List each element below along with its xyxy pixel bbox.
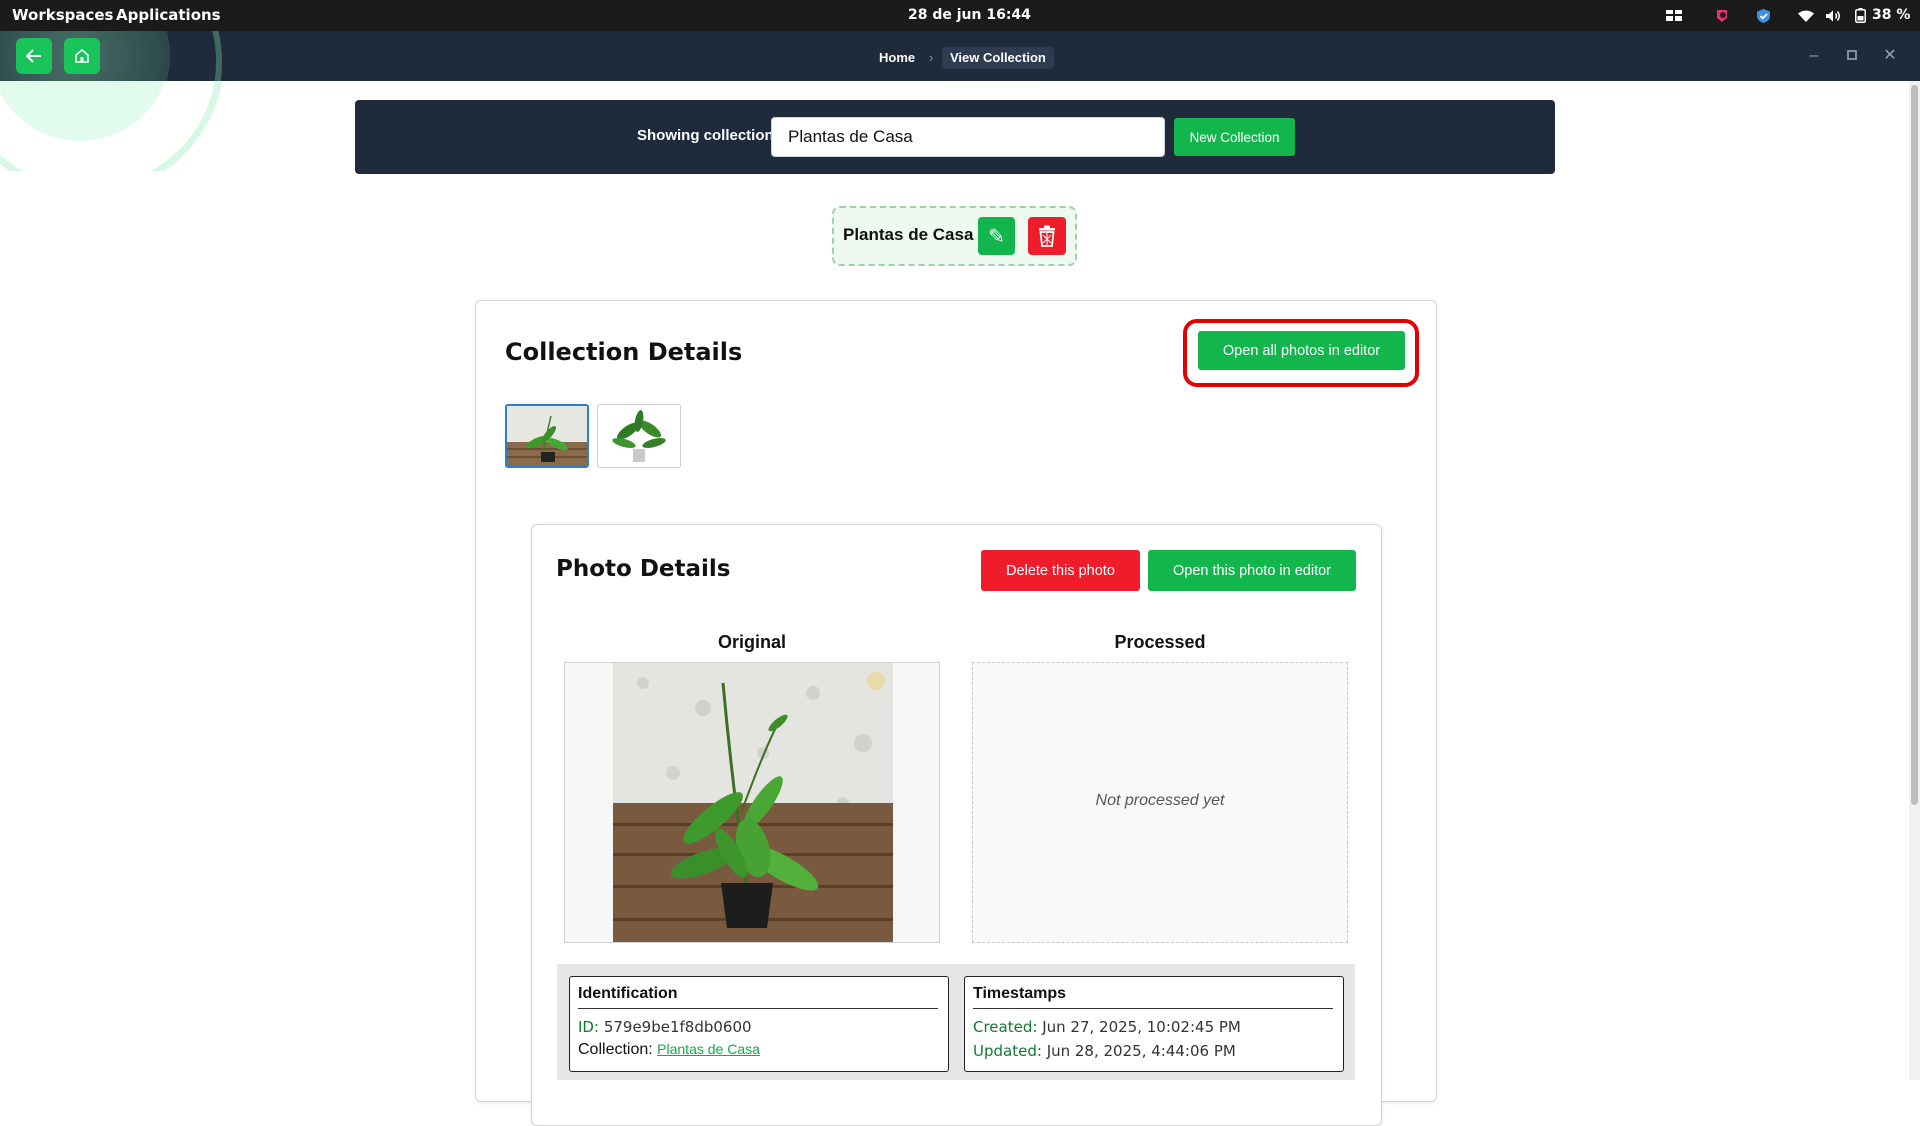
processed-heading: Processed (1114, 632, 1206, 652)
volume-icon[interactable] (1823, 7, 1843, 24)
home-icon (75, 48, 89, 63)
photo-id-key: ID: (578, 1018, 600, 1036)
photo-id-row: ID: 579e9be1f8db0600 (578, 1018, 752, 1036)
trash-icon (1039, 225, 1055, 247)
photo-id-value: 579e9be1f8db0600 (603, 1018, 752, 1036)
window-switcher-icon[interactable] (1664, 7, 1684, 24)
created-key: Created: (973, 1018, 1038, 1036)
pencil-icon: ✎ (988, 225, 1005, 248)
system-top-bar: Workspaces Applications 28 de jun 16:44 … (0, 0, 1920, 31)
updated-value: Jun 28, 2025, 4:44:06 PM (1046, 1042, 1236, 1060)
photo-thumbnail[interactable] (597, 404, 681, 468)
created-row: Created: Jun 27, 2025, 10:02:45 PM (973, 1018, 1241, 1036)
updated-key: Updated: (973, 1042, 1042, 1060)
battery-percentage[interactable]: 38 % (1872, 0, 1910, 31)
collection-selector-label: Showing collection: (637, 127, 779, 144)
plant-photo-thumbnail (598, 405, 680, 467)
created-value: Jun 27, 2025, 10:02:45 PM (1042, 1018, 1241, 1036)
delete-collection-button[interactable] (1028, 217, 1066, 255)
new-collection-button[interactable]: New Collection (1174, 118, 1295, 156)
timestamps-panel: Timestamps Created: Jun 27, 2025, 10:02:… (964, 976, 1344, 1072)
plant-photo-thumbnail (507, 406, 587, 466)
breadcrumb-view-collection: View Collection (942, 47, 1054, 69)
collection-details-title: Collection Details (505, 338, 743, 366)
identification-title: Identification (578, 985, 678, 1002)
original-plant-photo[interactable] (613, 663, 893, 942)
divider (578, 1008, 938, 1009)
collection-chip-name: Plantas de Casa (843, 225, 974, 244)
not-processed-text: Not processed yet (1095, 792, 1225, 809)
maximize-icon[interactable] (1842, 46, 1862, 66)
delete-photo-button[interactable]: Delete this photo (981, 550, 1140, 591)
close-icon[interactable]: ✕ (1880, 46, 1900, 66)
arrow-left-icon (26, 49, 41, 63)
minimize-icon[interactable]: – (1804, 46, 1824, 66)
clock[interactable]: 28 de jun 16:44 (908, 0, 1031, 31)
applications-menu[interactable]: Applications (116, 0, 221, 31)
photo-details-title: Photo Details (556, 556, 731, 582)
highlight-annotation (1183, 319, 1419, 387)
collection-row: Collection: Plantas de Casa (578, 1041, 760, 1059)
open-photo-in-editor-button[interactable]: Open this photo in editor (1148, 550, 1356, 591)
original-heading: Original (717, 632, 786, 652)
updated-row: Updated: Jun 28, 2025, 4:44:06 PM (973, 1042, 1236, 1060)
collection-select[interactable] (771, 117, 1165, 157)
collection-key: Collection: (578, 1041, 653, 1058)
collection-link[interactable]: Plantas de Casa (657, 1041, 760, 1057)
home-button[interactable] (64, 38, 100, 74)
wifi-icon[interactable] (1796, 7, 1816, 24)
original-image-frame (564, 662, 940, 943)
breadcrumb-home[interactable]: Home (879, 47, 915, 69)
shield-icon[interactable] (1753, 7, 1773, 24)
edit-collection-button[interactable]: ✎ (978, 217, 1015, 255)
battery-icon[interactable] (1852, 7, 1868, 24)
workspaces-menu[interactable]: Workspaces (12, 0, 113, 31)
identification-panel: Identification ID: 579e9be1f8db0600 Coll… (569, 976, 949, 1072)
breadcrumb-separator-icon: › (929, 50, 934, 65)
scrollbar-thumb[interactable] (1911, 85, 1918, 805)
app-header: Home › View Collection – ✕ (0, 31, 1920, 81)
app-indicator-icon[interactable] (1712, 7, 1732, 24)
photo-thumbnail-selected[interactable] (505, 404, 589, 468)
timestamps-title: Timestamps (973, 985, 1067, 1002)
decorative-ring-lower (0, 81, 230, 171)
back-button[interactable] (16, 38, 52, 74)
divider (973, 1008, 1333, 1009)
